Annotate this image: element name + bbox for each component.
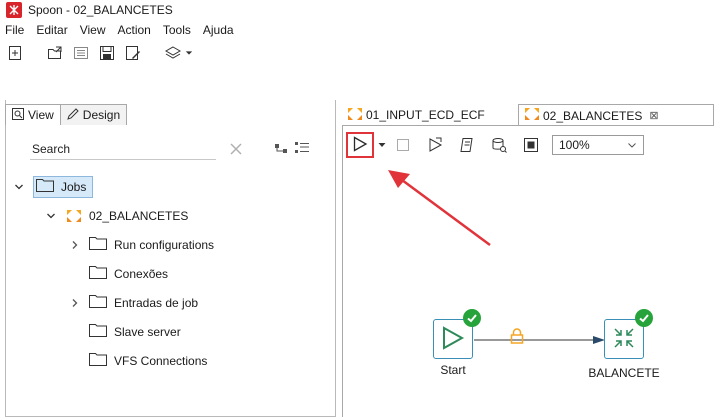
tree-item-label: Jobs	[61, 179, 87, 194]
menu-editar[interactable]: Editar	[30, 20, 73, 40]
chevron-down-icon	[627, 139, 637, 153]
folder-icon	[89, 352, 114, 369]
menu-view[interactable]: View	[74, 20, 112, 40]
success-icon	[635, 309, 653, 327]
folder-icon	[89, 294, 114, 311]
chevron-down-icon[interactable]	[45, 210, 57, 222]
stop-icon[interactable]	[394, 136, 412, 154]
sql-icon[interactable]	[458, 136, 476, 154]
chevron-right-icon[interactable]	[69, 297, 81, 309]
tree-item-label: Entradas de job	[114, 295, 199, 310]
job-canvas[interactable]: Start BALANCETE	[343, 160, 714, 417]
run-icon	[352, 135, 368, 155]
tab-label: 01_INPUT_ECD_ECF	[366, 108, 485, 122]
pencil-icon	[67, 107, 83, 123]
tree-row-slave-server[interactable]: Slave server	[5, 317, 335, 346]
tree-row-jobs[interactable]: Jobs	[5, 172, 335, 201]
new-file-icon[interactable]	[6, 44, 24, 62]
job-icon	[523, 106, 543, 125]
explore-db-icon[interactable]	[490, 136, 508, 154]
replay-icon[interactable]	[426, 136, 444, 154]
save-icon[interactable]	[98, 44, 116, 62]
start-play-icon	[441, 325, 465, 353]
close-tab-icon[interactable]: ⊠	[649, 109, 658, 122]
start-node-label: Start	[440, 363, 466, 377]
tab-view-label: View	[28, 108, 54, 122]
run-options-dropdown-icon[interactable]	[378, 141, 386, 149]
folder-icon	[89, 236, 114, 253]
explorer-tabs: View Design	[5, 104, 128, 126]
folder-icon	[89, 265, 114, 282]
clear-search-icon[interactable]	[226, 139, 246, 159]
chevron-right-icon[interactable]	[69, 239, 81, 251]
check-icon[interactable]	[522, 136, 540, 154]
tab-label: 02_BALANCETES	[543, 108, 643, 123]
window-title: Spoon - 02_BALANCETES	[28, 3, 173, 17]
tab-design[interactable]: Design	[60, 104, 128, 125]
tab-design-label: Design	[82, 108, 121, 122]
tab-01-input-ecd-ecf[interactable]: 01_INPUT_ECD_ECF	[342, 104, 514, 126]
chevron-down-icon[interactable]	[13, 181, 25, 193]
menu-bar: File Editar View Action Tools Ajuda	[0, 20, 714, 40]
spoon-app-icon	[6, 2, 22, 18]
job-icon	[65, 208, 83, 224]
explorer-tree: Jobs 02_BALANCETES Run configurations Co…	[5, 172, 335, 375]
run-button[interactable]	[346, 132, 374, 158]
editor-toolbar: 100%	[346, 132, 644, 158]
folder-icon	[36, 178, 61, 195]
expand-all-icon[interactable]	[294, 140, 310, 159]
transformation-icon	[613, 327, 635, 352]
tree-row-conexoes[interactable]: Conexões	[5, 259, 335, 288]
tree-item-label: Conexões	[114, 266, 169, 281]
search-input[interactable]	[30, 138, 216, 160]
tree-row-run-configurations[interactable]: Run configurations	[5, 230, 335, 259]
menu-file[interactable]: File	[0, 20, 30, 40]
main-toolbar	[0, 40, 714, 66]
perspective-layers-icon[interactable]	[164, 44, 182, 62]
explore-repository-icon[interactable]	[72, 44, 90, 62]
editor-tabs: 01_INPUT_ECD_ECF 02_BALANCETES ⊠	[342, 104, 714, 126]
success-icon	[463, 309, 481, 327]
folder-icon	[89, 323, 114, 340]
tree-row-job[interactable]: 02_BALANCETES	[5, 201, 335, 230]
title-bar: Spoon - 02_BALANCETES	[0, 0, 714, 20]
save-as-icon[interactable]	[124, 44, 142, 62]
menu-tools[interactable]: Tools	[157, 20, 197, 40]
tree-item-label: Run configurations	[114, 237, 215, 252]
search-row	[30, 138, 328, 160]
chevron-down-icon[interactable]	[184, 44, 194, 62]
menu-action[interactable]: Action	[112, 20, 157, 40]
tree-tools	[274, 140, 310, 159]
tab-02-balancetes[interactable]: 02_BALANCETES ⊠	[518, 104, 714, 126]
job-icon	[346, 106, 366, 125]
tree-item-label: Slave server	[114, 324, 181, 339]
menu-ajuda[interactable]: Ajuda	[197, 20, 240, 40]
tree-row-entradas-de-job[interactable]: Entradas de job	[5, 288, 335, 317]
tree-item-label: 02_BALANCETES	[89, 208, 189, 223]
zoom-value: 100%	[559, 138, 590, 152]
lock-icon	[510, 328, 524, 347]
balancete-node-label: BALANCETE	[588, 366, 660, 380]
open-file-icon[interactable]	[46, 44, 64, 62]
tree-row-vfs-connections[interactable]: VFS Connections	[5, 346, 335, 375]
collapse-all-icon[interactable]	[274, 140, 290, 159]
tree-item-jobs[interactable]: Jobs	[33, 175, 94, 198]
zoom-select[interactable]: 100%	[552, 135, 644, 155]
view-icon	[12, 107, 28, 123]
tree-item-label: VFS Connections	[114, 353, 208, 368]
tab-view[interactable]: View	[5, 104, 61, 125]
